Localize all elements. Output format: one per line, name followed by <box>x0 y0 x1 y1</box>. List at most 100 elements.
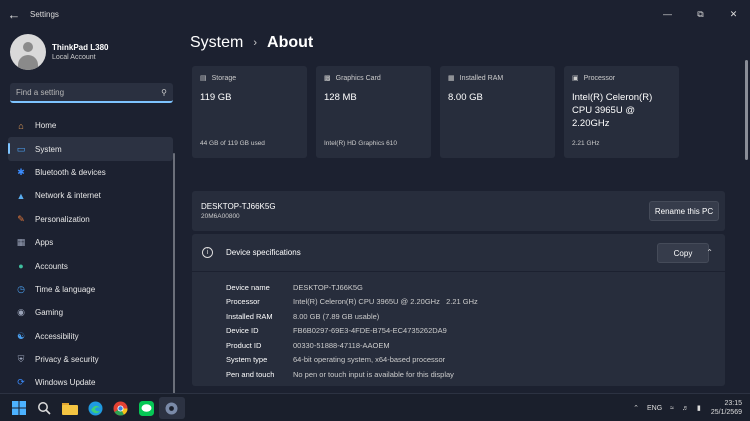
spec-table: Device name DESKTOP-TJ66K5G Processor Inte… <box>226 280 478 382</box>
device-name: DESKTOP-TJ66K5G <box>201 202 276 211</box>
window-controls: — ⧉ ✕ <box>651 0 750 28</box>
profile-name: ThinkPad L380 <box>52 43 109 52</box>
language-indicator[interactable]: ENG <box>647 405 662 412</box>
device-specifications-section: i Device specifications Copy ⌃ Device na… <box>192 234 725 386</box>
spec-row: Device ID FB6B0297-69E3-4FDE-B754-EC47352… <box>226 326 447 336</box>
spec-row: Pen and touch No pen or touch input is av… <box>226 369 454 379</box>
card-sub: Intel(R) HD Graphics 610 <box>324 140 397 147</box>
system-icon: ▭ <box>16 143 26 154</box>
window-title: Settings <box>30 9 59 19</box>
search-input[interactable] <box>16 87 162 97</box>
summary-cards: ▤ Storage 119 GB 44 GB of 119 GB used ▩ Gr… <box>192 66 688 158</box>
chevron-up-icon[interactable]: ⌃ <box>633 404 639 412</box>
sidebar-item-accounts[interactable]: ● Accounts <box>8 254 173 277</box>
search-box[interactable]: ⚲ <box>10 83 173 103</box>
installed-ram-card[interactable]: ▦ Installed RAM 8.00 GB <box>440 66 555 158</box>
processor-icon: ▣ <box>572 75 579 82</box>
breadcrumb: System › About <box>190 34 313 52</box>
volume-icon[interactable]: ♬ <box>682 405 689 412</box>
card-sub: 2.21 GHz <box>572 140 600 147</box>
spec-row: Installed RAM 8.00 GB (7.89 GB usable) <box>226 311 380 321</box>
avatar <box>10 34 46 70</box>
main-content: System › About ▤ Storage 119 GB 44 GB of … <box>190 28 750 393</box>
system-tray: ⌃ ENG ≈ ♬ ▮ 23:15 25/1/2569 <box>625 396 742 420</box>
search-icon[interactable]: ⚲ <box>161 88 167 97</box>
device-model: 20M6A00800 <box>201 213 240 220</box>
line-icon[interactable] <box>134 397 160 419</box>
sidebar-item-label: Bluetooth & devices <box>35 167 106 177</box>
file-explorer-icon[interactable] <box>57 397 83 419</box>
sidebar-item-accessibility[interactable]: ☯ Accessibility <box>8 325 173 348</box>
graphics-card-icon: ▩ <box>324 75 331 82</box>
rename-pc-button[interactable]: Rename this PC <box>649 201 719 221</box>
card-sub: 44 GB of 119 GB used <box>200 140 265 147</box>
sidebar-item-label: Time & language <box>35 284 96 294</box>
sidebar-item-network[interactable]: ▲ Network & internet <box>8 184 173 207</box>
sidebar-item-label: System <box>35 144 62 154</box>
device-name-row: DESKTOP-TJ66K5G 20M6A00800 Rename this P… <box>192 191 725 231</box>
sidebar-item-windows-update[interactable]: ⟳ Windows Update <box>8 371 173 394</box>
search-icon[interactable] <box>32 397 58 419</box>
card-value: 8.00 GB <box>448 92 483 103</box>
sidebar-item-bluetooth[interactable]: ✱ Bluetooth & devices <box>8 161 173 184</box>
card-value: Intel(R) Celeron(R) CPU 3965U @ 2.20GHz <box>572 92 653 129</box>
home-icon: ⌂ <box>18 120 24 131</box>
spec-row: Device name DESKTOP-TJ66K5G <box>226 282 363 292</box>
edge-icon[interactable] <box>83 397 109 419</box>
sidebar-item-gaming[interactable]: ◉ Gaming <box>8 301 173 324</box>
back-arrow-icon[interactable]: ← <box>0 0 28 28</box>
taskbar-apps <box>6 397 185 419</box>
storage-card[interactable]: ▤ Storage 119 GB 44 GB of 119 GB used <box>192 66 307 158</box>
copy-button[interactable]: Copy <box>657 243 709 263</box>
battery-icon[interactable]: ▮ <box>697 404 701 412</box>
breadcrumb-parent[interactable]: System <box>190 34 243 52</box>
graphics-card-card[interactable]: ▩ Graphics Card 128 MB Intel(R) HD Graphi… <box>316 66 431 158</box>
spec-row: Product ID 00330-51888-47118-AAOEM <box>226 340 390 350</box>
storage-icon: ▤ <box>200 75 207 82</box>
profile[interactable]: ThinkPad L380 Local Account <box>10 34 108 70</box>
clock-date: 25/1/2569 <box>710 409 742 416</box>
shield-icon: ⛨ <box>17 354 25 365</box>
sidebar-item-label: Privacy & security <box>35 355 99 365</box>
processor-card[interactable]: ▣ Processor Intel(R) Celeron(R) CPU 3965U… <box>564 66 679 158</box>
taskbar: ⌃ ENG ≈ ♬ ▮ 23:15 25/1/2569 <box>0 393 750 421</box>
chevron-up-icon[interactable]: ⌃ <box>706 248 713 257</box>
ram-icon: ▦ <box>448 75 455 82</box>
clock-time: 23:15 <box>724 399 742 407</box>
chrome-icon[interactable] <box>108 397 134 419</box>
sidebar: ThinkPad L380 Local Account ⚲ ⌂ Home ▭ S… <box>0 28 185 413</box>
sidebar-item-label: Gaming <box>35 308 64 318</box>
sidebar-item-label: Personalization <box>35 214 90 224</box>
specs-header[interactable]: i Device specifications Copy ⌃ <box>192 234 725 272</box>
card-title: Processor <box>583 74 616 82</box>
card-value: 128 MB <box>324 92 357 103</box>
wifi-icon[interactable]: ≈ <box>670 405 674 412</box>
maximize-icon[interactable]: ⧉ <box>684 0 717 28</box>
update-icon: ⟳ <box>17 377 25 388</box>
sidebar-item-label: Accessibility <box>35 331 79 341</box>
sidebar-item-label: Home <box>35 121 57 131</box>
title-bar: ← Settings — ⧉ ✕ <box>0 0 750 28</box>
card-title: Graphics Card <box>335 74 381 82</box>
time-language-icon: ◷ <box>17 283 25 294</box>
bluetooth-icon: ✱ <box>17 166 25 177</box>
sidebar-item-personalization[interactable]: ✎ Personalization <box>8 208 173 231</box>
sidebar-item-privacy-security[interactable]: ⛨ Privacy & security <box>8 348 173 371</box>
clock[interactable]: 23:15 25/1/2569 <box>711 399 742 417</box>
start-icon[interactable] <box>6 397 32 419</box>
sidebar-item-apps[interactable]: ▦ Apps <box>8 231 173 254</box>
settings-icon[interactable] <box>159 397 185 419</box>
spec-row: System type 64-bit operating system, x64-… <box>226 355 446 365</box>
close-icon[interactable]: ✕ <box>717 0 750 28</box>
card-title: Installed RAM <box>459 74 504 82</box>
gaming-icon: ◉ <box>17 307 25 318</box>
nav-list: ⌂ Home ▭ System ✱ Bluetooth & devices ▲ … <box>8 114 173 395</box>
sidebar-item-time-language[interactable]: ◷ Time & language <box>8 278 173 301</box>
sidebar-item-system[interactable]: ▭ System <box>8 137 173 161</box>
minimize-icon[interactable]: — <box>651 0 684 28</box>
main-scrollbar[interactable] <box>745 60 748 160</box>
sidebar-scrollbar[interactable] <box>173 153 175 413</box>
sidebar-item-home[interactable]: ⌂ Home <box>8 114 173 137</box>
profile-account: Local Account <box>52 54 96 61</box>
network-icon: ▲ <box>16 190 26 201</box>
